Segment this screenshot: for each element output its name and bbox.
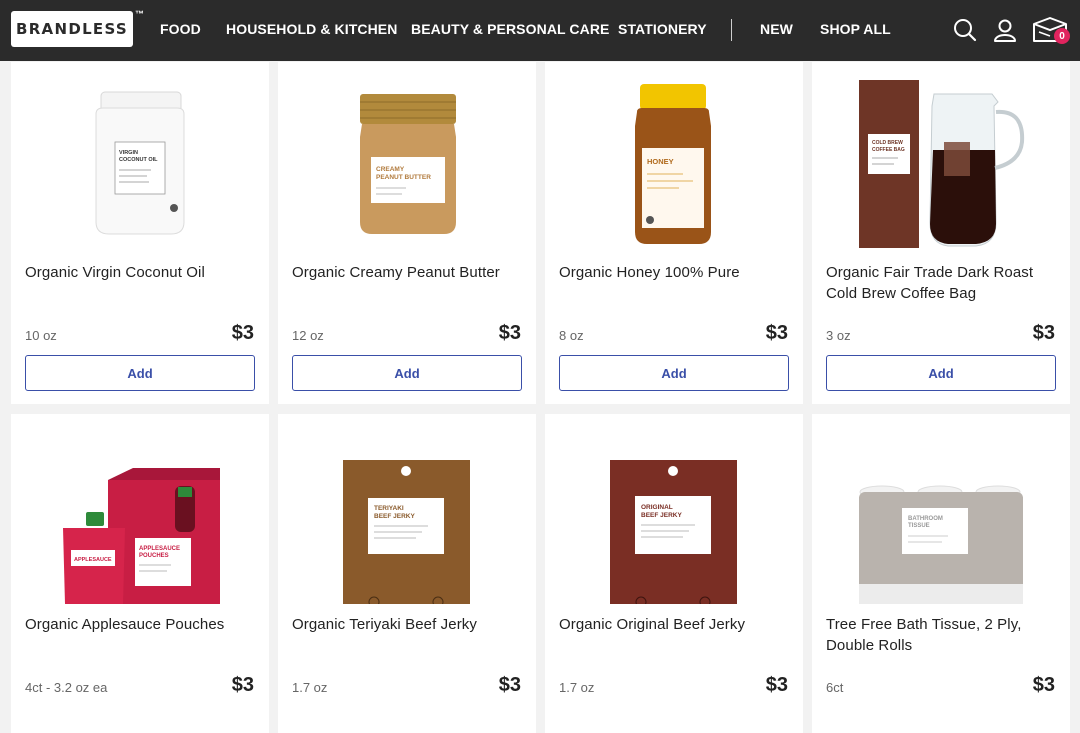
search-icon[interactable] xyxy=(950,14,980,46)
product-image-applesauce-pouches[interactable]: APPLESAUCE POUCHES APPLESAUCE xyxy=(11,414,269,610)
product-card[interactable]: COLD BREW COFFEE BAG Organic Fair Trade … xyxy=(812,62,1070,404)
product-price: $3 xyxy=(765,674,788,696)
product-size: 1.7 oz xyxy=(559,680,595,695)
add-to-cart-button[interactable]: Add xyxy=(559,355,789,391)
product-name[interactable]: Organic Fair Trade Dark Roast Cold Brew … xyxy=(826,262,1061,304)
product-price: $3 xyxy=(1032,322,1055,344)
product-card[interactable]: BATHROOM TISSUE Tree Free Bath Tissue, 2… xyxy=(812,414,1070,733)
top-navigation-bar: BRANDLESS ™ FOOD HOUSEHOLD & KITCHEN BEA… xyxy=(0,0,1080,61)
account-icon[interactable] xyxy=(990,14,1020,46)
svg-text:BEEF JERKY: BEEF JERKY xyxy=(374,513,415,520)
nav-household-kitchen[interactable]: HOUSEHOLD & KITCHEN xyxy=(226,21,397,37)
product-image-honey[interactable]: HONEY xyxy=(545,62,803,252)
product-size: 4ct - 3.2 oz ea xyxy=(25,680,108,695)
product-image-peanut-butter[interactable]: CREAMY PEANUT BUTTER xyxy=(278,62,536,252)
product-price: $3 xyxy=(1032,674,1055,696)
product-size: 10 oz xyxy=(25,328,57,343)
product-card[interactable]: ORIGINAL BEEF JERKY Organic Original Bee… xyxy=(545,414,803,733)
svg-text:PEANUT BUTTER: PEANUT BUTTER xyxy=(376,174,431,181)
product-size: 1.7 oz xyxy=(292,680,328,695)
svg-text:HONEY: HONEY xyxy=(647,157,674,166)
product-price: $3 xyxy=(765,322,788,344)
svg-text:APPLESAUCE: APPLESAUCE xyxy=(139,546,180,552)
product-price: $3 xyxy=(231,322,254,344)
product-card[interactable]: APPLESAUCE POUCHES APPLESAUCE Organic Ap… xyxy=(11,414,269,733)
svg-text:APPLESAUCE: APPLESAUCE xyxy=(74,557,112,563)
product-image-teriyaki-beef-jerky[interactable]: TERIYAKI BEEF JERKY xyxy=(278,414,536,632)
product-card[interactable]: TERIYAKI BEEF JERKY Organic Teriyaki Bee… xyxy=(278,414,536,733)
svg-text:ORIGINAL: ORIGINAL xyxy=(641,504,673,511)
brandless-logo[interactable]: BRANDLESS xyxy=(11,11,133,47)
svg-text:BEEF JERKY: BEEF JERKY xyxy=(641,512,682,519)
nav-food[interactable]: FOOD xyxy=(160,21,201,37)
product-price: $3 xyxy=(231,674,254,696)
svg-text:BATHROOM: BATHROOM xyxy=(908,516,943,522)
svg-text:COFFEE BAG: COFFEE BAG xyxy=(872,147,905,153)
add-to-cart-button[interactable]: Add xyxy=(25,355,255,391)
product-name[interactable]: Organic Original Beef Jerky xyxy=(559,614,794,635)
product-card[interactable]: HONEY Organic Honey 100% Pure 8 oz $3 Ad… xyxy=(545,62,803,404)
product-name[interactable]: Organic Teriyaki Beef Jerky xyxy=(292,614,527,635)
add-to-cart-button[interactable]: Add xyxy=(826,355,1056,391)
product-image-original-beef-jerky[interactable]: ORIGINAL BEEF JERKY xyxy=(545,414,803,632)
nav-stationery[interactable]: STATIONERY xyxy=(618,21,707,37)
product-image-cold-brew-coffee[interactable]: COLD BREW COFFEE BAG xyxy=(812,62,1070,252)
svg-text:TERIYAKI: TERIYAKI xyxy=(374,505,404,512)
svg-text:COLD BREW: COLD BREW xyxy=(872,140,903,146)
product-image-coconut-oil[interactable]: VIRGIN COCONUT OIL xyxy=(11,62,269,252)
cart-count-badge: 0 xyxy=(1054,28,1070,44)
svg-text:TISSUE: TISSUE xyxy=(908,523,930,529)
add-to-cart-button[interactable]: Add xyxy=(292,355,522,391)
product-price: $3 xyxy=(498,322,521,344)
product-card[interactable]: VIRGIN COCONUT OIL Organic Virgin Coconu… xyxy=(11,62,269,404)
trademark-mark: ™ xyxy=(135,9,144,19)
product-size: 12 oz xyxy=(292,328,324,343)
product-name[interactable]: Organic Applesauce Pouches xyxy=(25,614,260,635)
svg-text:CREAMY: CREAMY xyxy=(376,166,405,173)
nav-beauty-personal-care[interactable]: BEAUTY & PERSONAL CARE xyxy=(411,21,610,37)
product-card[interactable]: CREAMY PEANUT BUTTER Organic Creamy Pean… xyxy=(278,62,536,404)
product-price: $3 xyxy=(498,674,521,696)
product-image-bath-tissue[interactable]: BATHROOM TISSUE xyxy=(812,414,1070,604)
nav-divider xyxy=(731,19,732,41)
product-name[interactable]: Organic Creamy Peanut Butter xyxy=(292,262,527,283)
product-size: 6ct xyxy=(826,680,844,695)
product-name[interactable]: Tree Free Bath Tissue, 2 Ply, Double Rol… xyxy=(826,614,1061,656)
product-size: 8 oz xyxy=(559,328,584,343)
nav-new[interactable]: NEW xyxy=(760,21,793,37)
svg-text:COCONUT OIL: COCONUT OIL xyxy=(119,157,158,163)
product-name[interactable]: Organic Virgin Coconut Oil xyxy=(25,262,260,283)
nav-shop-all[interactable]: SHOP ALL xyxy=(820,21,891,37)
svg-text:POUCHES: POUCHES xyxy=(139,553,169,559)
product-name[interactable]: Organic Honey 100% Pure xyxy=(559,262,794,283)
product-size: 3 oz xyxy=(826,328,851,343)
svg-text:VIRGIN: VIRGIN xyxy=(119,150,138,156)
